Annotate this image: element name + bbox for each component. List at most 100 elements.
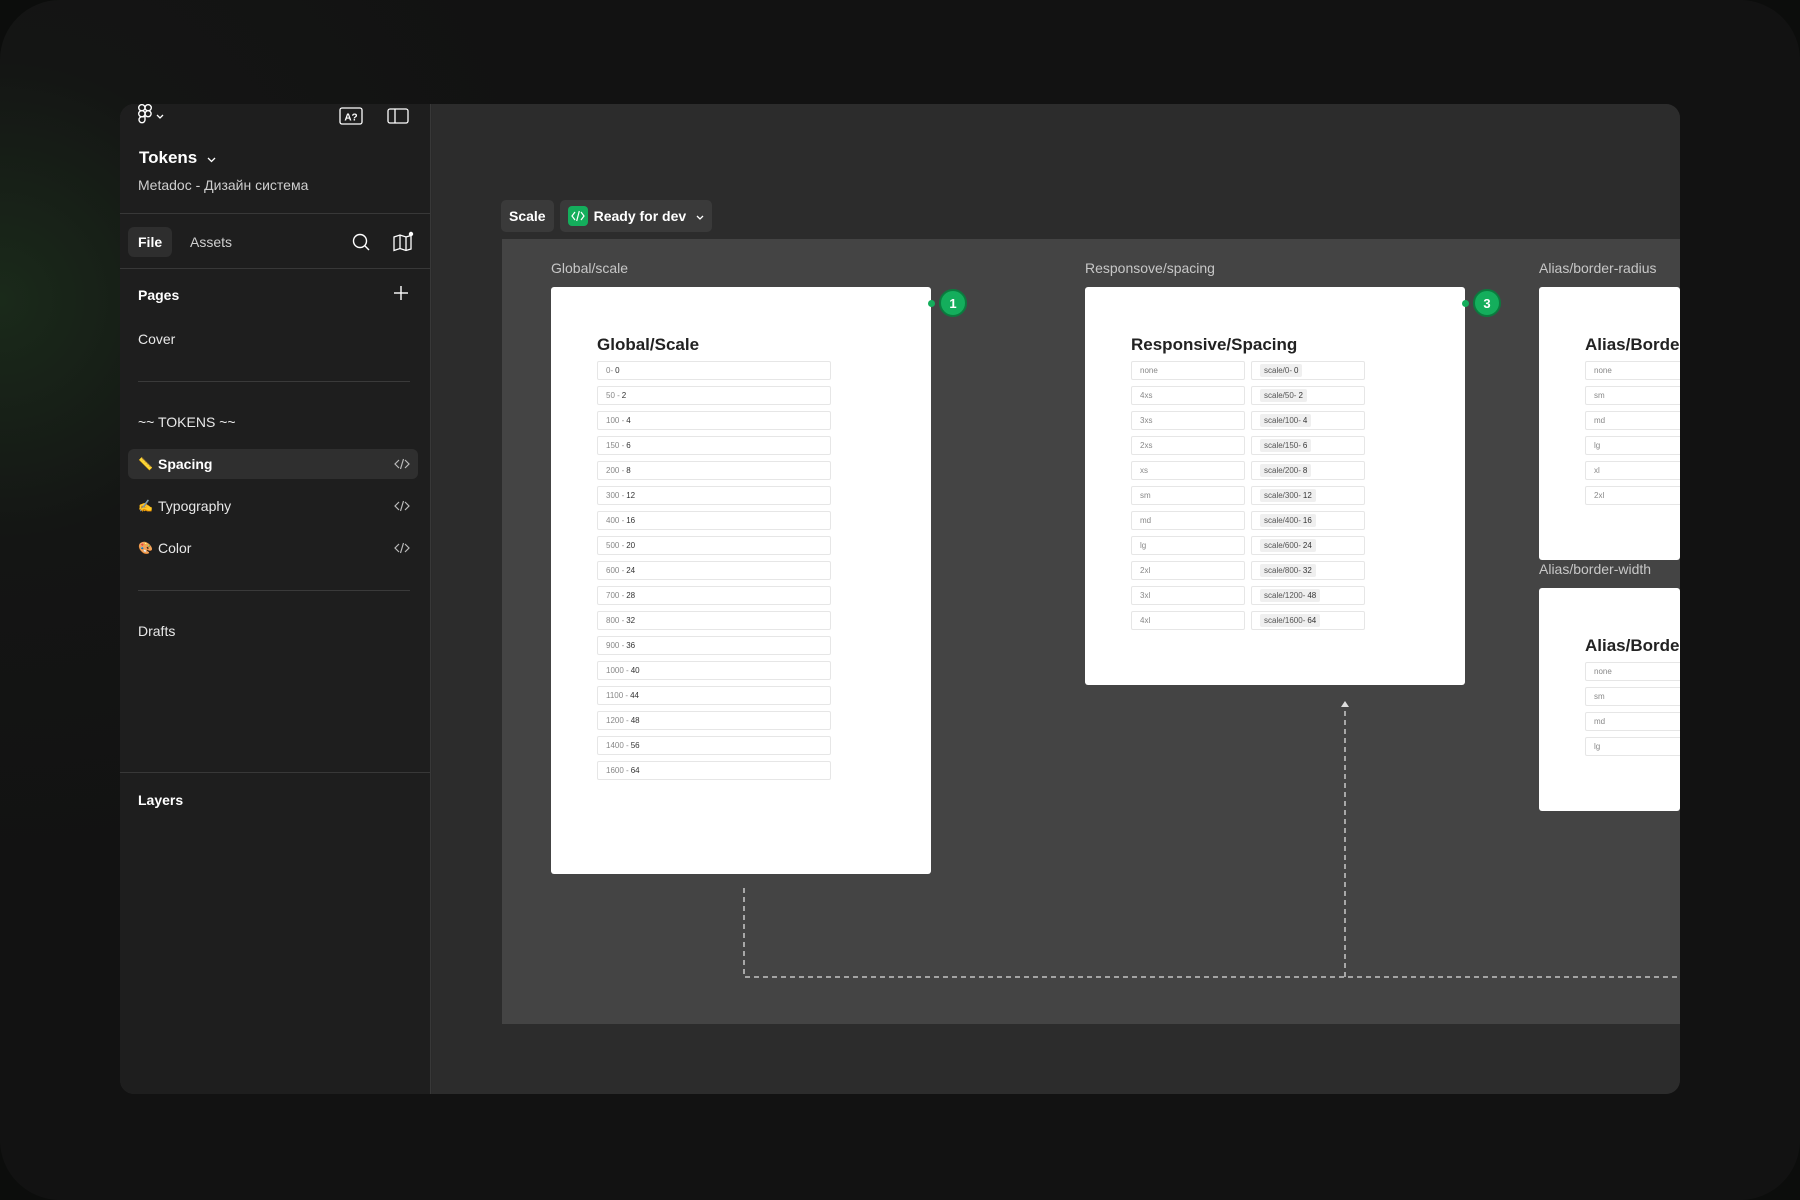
token-name-cell: xs: [1131, 461, 1245, 480]
frame-title: Global/Scale: [597, 335, 700, 354]
left-sidebar: A? Tokens Metadoc - Дизайн система File …: [120, 104, 431, 1094]
token-row: 1000 -40: [597, 661, 831, 680]
page-label: Color: [158, 540, 192, 556]
token-row: 700 - 28: [597, 586, 831, 605]
frame-label-global-scale: Global/scale: [551, 260, 629, 276]
token-row: 1400 - 56: [597, 736, 831, 755]
frame-responsive-spacing[interactable]: Responsive/Spacing none scale/0- 0 4xs scale…: [1085, 287, 1465, 685]
token-row: lg: [1585, 436, 1680, 455]
page-label: Typography: [158, 498, 232, 514]
token-value-cell: scale/50- 2: [1251, 386, 1365, 405]
connector-dot: [928, 300, 935, 307]
token-row: 800 -32: [597, 611, 831, 630]
frame-global-scale[interactable]: Global/Scale 0- 0 50 - 2 100 - 4 150 - 6 200 …: [551, 287, 931, 874]
pages-heading: Pages: [138, 287, 180, 303]
page-label: ~~ TOKENS ~~: [138, 414, 236, 430]
sidebar-tabs: File Assets: [120, 215, 431, 269]
panel-toggle-icon[interactable]: [386, 106, 410, 126]
annotation-badge[interactable]: 3: [1473, 289, 1501, 317]
token-row: 1100 -44: [597, 686, 831, 705]
token-row: md: [1585, 712, 1680, 731]
figma-window: A? Tokens Metadoc - Дизайн система File …: [120, 104, 1680, 1094]
token-name-cell: 4xs: [1131, 386, 1245, 405]
writing-hand-icon: ✍️: [138, 499, 153, 513]
frame-title: Responsive/Spacing: [1131, 335, 1298, 354]
tab-assets[interactable]: Assets: [180, 227, 242, 257]
add-page-icon[interactable]: [392, 284, 410, 302]
canvas[interactable]: Scale Ready for dev Global/scale Global/…: [432, 104, 1680, 1094]
chevron-down-icon: [156, 107, 164, 125]
token-row: 1600 - 64: [597, 761, 831, 780]
chevron-down-icon: [207, 148, 216, 168]
main-menu-button[interactable]: [137, 104, 164, 129]
frame-border-radius[interactable]: Alias/Borde none sm md lg xl 2xl: [1539, 287, 1680, 560]
file-title-button[interactable]: Tokens: [139, 148, 216, 168]
palette-icon: 🎨: [138, 541, 153, 555]
token-name-cell: md: [1131, 511, 1245, 530]
dev-mode-icon: [394, 499, 410, 513]
token-value-cell: scale/200- 8: [1251, 461, 1365, 480]
frame-label-border-width: Alias/border-width: [1539, 561, 1652, 577]
token-name-cell: sm: [1131, 486, 1245, 505]
token-row: 0- 0: [597, 361, 831, 380]
token-row: 2xl: [1585, 486, 1680, 505]
page-item-spacing[interactable]: 📏 Spacing: [128, 449, 418, 479]
token-row: 50 - 2: [597, 386, 831, 405]
svg-text:A?: A?: [344, 113, 357, 124]
frame-title: Alias/Borde: [1585, 636, 1680, 655]
token-value-cell: scale/800- 32: [1251, 561, 1365, 580]
token-name-cell: 2xs: [1131, 436, 1245, 455]
token-row: sm: [1585, 687, 1680, 706]
token-value-cell: scale/0- 0: [1251, 361, 1365, 380]
page-label: Cover: [138, 331, 176, 347]
page-item-drafts[interactable]: Drafts: [128, 616, 418, 646]
token-row: 150 - 6: [597, 436, 831, 455]
figma-logo-icon: [137, 104, 152, 129]
token-name-cell: 2xl: [1131, 561, 1245, 580]
token-value-cell: scale/600- 24: [1251, 536, 1365, 555]
token-row: 200 - 8: [597, 461, 831, 480]
dev-mode-icon: [394, 457, 410, 471]
page-item-color[interactable]: 🎨 Color: [128, 533, 418, 563]
pages-divider: [138, 590, 410, 591]
token-row: md: [1585, 411, 1680, 430]
token-row: lg: [1585, 737, 1680, 756]
token-row: 900 - 36: [597, 636, 831, 655]
layers-heading: Layers: [138, 792, 184, 808]
frame-title: Alias/Borde: [1585, 335, 1680, 354]
token-name-cell: lg: [1131, 536, 1245, 555]
frame-label-responsive-spacing: Responsove/spacing: [1085, 260, 1215, 276]
library-icon[interactable]: [392, 231, 414, 253]
token-row: none: [1585, 662, 1680, 681]
token-row: none: [1585, 361, 1680, 380]
token-row: 100 - 4: [597, 411, 831, 430]
annotation-badge[interactable]: 1: [939, 289, 967, 317]
pages-divider: [138, 381, 410, 382]
layers-divider: [120, 772, 431, 773]
token-value-cell: scale/300- 12: [1251, 486, 1365, 505]
token-value-cell: scale/1600- 64: [1251, 611, 1365, 630]
page-item-cover[interactable]: Cover: [128, 324, 418, 354]
frame-border-width[interactable]: Alias/Borde none sm md lg: [1539, 588, 1680, 811]
token-row: xl: [1585, 461, 1680, 480]
token-name-cell: 3xs: [1131, 411, 1245, 430]
search-icon[interactable]: [350, 231, 372, 253]
token-value-cell: scale/400- 16: [1251, 511, 1365, 530]
tab-file[interactable]: File: [128, 227, 173, 257]
connector-dot: [1462, 300, 1469, 307]
page-item-typography[interactable]: ✍️ Typography: [128, 491, 418, 521]
page-item-tokens-header[interactable]: ~~ TOKENS ~~: [128, 407, 418, 437]
token-row: 600 - 24: [597, 561, 831, 580]
file-header: A? Tokens Metadoc - Дизайн система: [120, 104, 431, 214]
token-name-cell: none: [1131, 361, 1245, 380]
page-label: Drafts: [138, 623, 176, 639]
frame-label-border-radius: Alias/border-radius: [1539, 260, 1657, 276]
page-label: Spacing: [158, 456, 213, 472]
token-row: 500 -20: [597, 536, 831, 555]
ruler-icon: 📏: [138, 457, 153, 471]
token-value-cell: scale/1200- 48: [1251, 586, 1365, 605]
token-value-cell: scale/150- 6: [1251, 436, 1365, 455]
token-row: 1200 - 48: [597, 711, 831, 730]
ai-text-icon[interactable]: A?: [339, 106, 363, 126]
token-name-cell: 4xl: [1131, 611, 1245, 630]
